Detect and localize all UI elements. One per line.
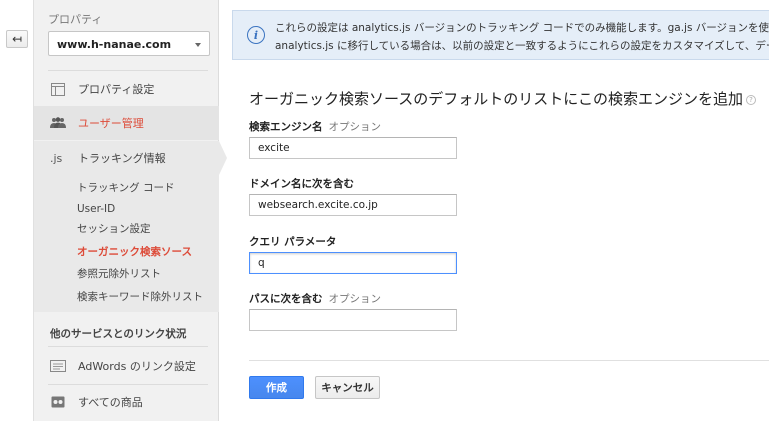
sidebar-item-label: プロパティ設定 [78, 83, 155, 96]
cancel-button[interactable]: キャンセル [315, 376, 380, 399]
property-label: プロパティ [48, 13, 103, 26]
users-icon [50, 116, 66, 130]
search-engine-name-input[interactable] [249, 137, 457, 159]
create-button[interactable]: 作成 [249, 376, 304, 399]
tracking-sub-list: トラッキング コード User-ID セッション設定 オーガニック検索ソース 参… [34, 172, 219, 312]
sub-item-organic-search-sources[interactable]: オーガニック検索ソース [77, 244, 192, 259]
products-icon [50, 395, 66, 409]
field-label-search-engine-name: 検索エンジン名 オプション [249, 119, 381, 134]
divider [48, 346, 208, 347]
sidebar-item-label: すべての商品 [78, 396, 143, 409]
info-banner: i これらの設定は analytics.js バージョンのトラッキング コードで… [232, 10, 769, 60]
sidebar-item-tracking-info[interactable]: .js トラッキング情報 [34, 141, 227, 175]
back-button[interactable]: ↤ [6, 30, 28, 48]
sidebar-item-all-products[interactable]: すべての商品 [34, 385, 219, 419]
banner-line-1: これらの設定は analytics.js バージョンのトラッキング コードでのみ… [275, 22, 769, 34]
page-title: オーガニック検索ソースのデフォルトのリストにこの検索エンジンを追加? [249, 88, 756, 109]
active-pointer [219, 141, 227, 175]
field-label-text: パスに次を含む [249, 293, 323, 305]
adwords-icon [50, 359, 66, 373]
domain-contains-input[interactable] [249, 194, 457, 216]
sidebar-item-user-management[interactable]: ユーザー管理 [34, 106, 219, 140]
sub-item-referral-exclusion[interactable]: 参照元除外リスト [77, 266, 161, 281]
left-rail: ↤ [0, 0, 34, 421]
optional-label: オプション [328, 121, 382, 133]
field-label-text: ドメイン名に次を含む [249, 178, 354, 190]
page-title-text: オーガニック検索ソースのデフォルトのリストにこの検索エンジンを追加 [249, 90, 743, 108]
field-label-text: 検索エンジン名 [249, 121, 323, 133]
sidebar-item-label: ユーザー管理 [78, 117, 144, 130]
back-arrow-icon: ↤ [11, 32, 23, 46]
help-icon[interactable]: ? [745, 94, 756, 105]
field-label-text: クエリ パラメータ [249, 236, 337, 248]
path-contains-input[interactable] [249, 309, 457, 331]
sub-item-session-settings[interactable]: セッション設定 [77, 221, 151, 236]
sub-item-user-id[interactable]: User-ID [77, 203, 115, 215]
property-select-value: www.h-nanae.com [57, 38, 172, 51]
query-parameter-input[interactable] [249, 252, 457, 274]
sidebar-item-label: トラッキング情報 [78, 152, 166, 165]
field-label-query-parameter: クエリ パラメータ [249, 234, 336, 249]
sidebar-item-property-settings[interactable]: プロパティ設定 [34, 72, 219, 106]
js-icon: .js [50, 151, 63, 165]
divider [48, 70, 208, 71]
sidebar-item-label: AdWords のリンク設定 [78, 360, 196, 373]
field-label-domain-contains: ドメイン名に次を含む [249, 176, 354, 191]
sidebar-item-adwords-link[interactable]: AdWords のリンク設定 [34, 349, 219, 383]
sidebar: プロパティ www.h-nanae.com プロパティ設定 ユーザー管理 .js… [34, 0, 227, 421]
sub-item-tracking-code[interactable]: トラッキング コード [77, 180, 175, 195]
section-heading: 他のサービスとのリンク状況 [50, 328, 187, 340]
settings-page-icon [50, 82, 66, 96]
banner-line-2: analytics.js に移行している場合は、以前の設定と一致するようにこれら… [275, 40, 769, 52]
info-icon: i [247, 26, 265, 44]
optional-label: オプション [328, 293, 382, 305]
property-select[interactable]: www.h-nanae.com [48, 31, 210, 56]
field-label-path-contains: パスに次を含む オプション [249, 291, 381, 306]
sub-item-search-term-exclusion[interactable]: 検索キーワード除外リスト [77, 289, 203, 304]
chevron-down-icon [195, 43, 201, 47]
divider [249, 360, 769, 361]
